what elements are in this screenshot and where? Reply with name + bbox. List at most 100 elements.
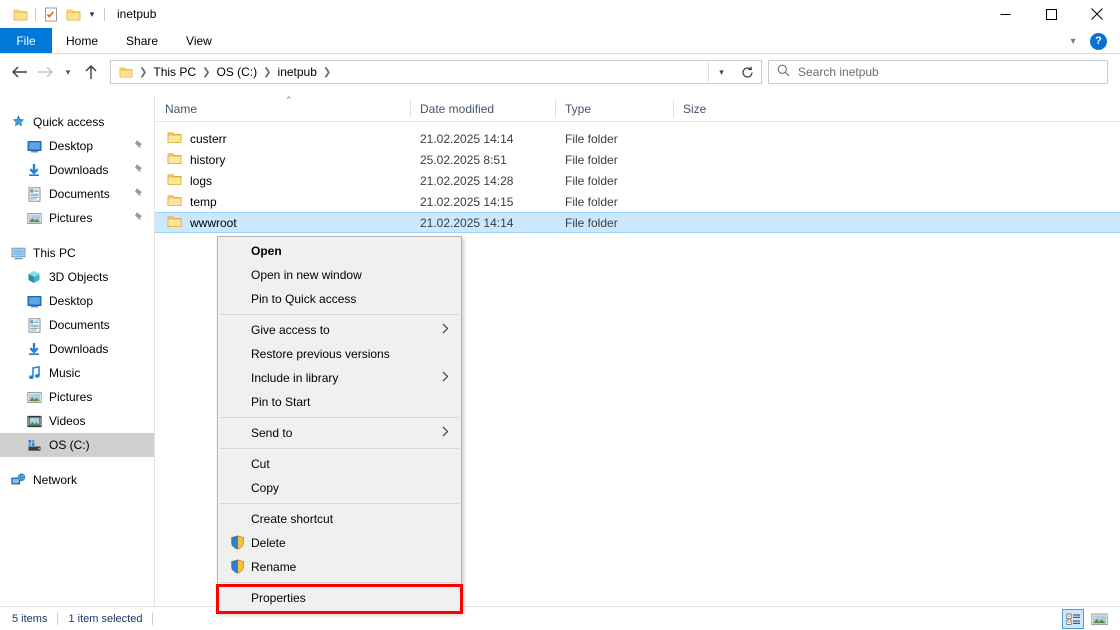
table-row-selected[interactable]: wwwroot 21.02.2025 14:14 File folder (155, 212, 1120, 233)
table-row[interactable]: history 25.02.2025 8:51 File folder (155, 149, 1120, 170)
star-pin-icon (10, 114, 26, 130)
explorer-body: Quick access Desktop Downloads Documents… (0, 95, 1120, 606)
history-dropdown-icon[interactable]: ▾ (58, 59, 78, 85)
file-date: 21.02.2025 14:15 (420, 194, 514, 209)
close-icon[interactable] (1074, 0, 1120, 28)
tab-share[interactable]: Share (112, 28, 172, 53)
quick-access-dropdown-icon[interactable]: ▾ (84, 3, 100, 25)
folder-icon (167, 131, 182, 147)
sidebar-item-pictures-pc[interactable]: Pictures (0, 385, 154, 409)
3d-objects-icon (26, 269, 42, 285)
table-row[interactable]: custerr 21.02.2025 14:14 File folder (155, 128, 1120, 149)
menu-separator (220, 582, 459, 583)
sidebar-label: Videos (49, 414, 86, 428)
column-header-name[interactable]: Name ⌃ (155, 95, 410, 122)
menu-item-open[interactable]: Open (218, 239, 461, 263)
maximize-icon[interactable] (1028, 0, 1074, 28)
menu-item-create-shortcut[interactable]: Create shortcut (218, 507, 461, 531)
sidebar-label: Downloads (49, 342, 109, 356)
tab-home[interactable]: Home (52, 28, 112, 53)
menu-item-open-in-new-window[interactable]: Open in new window (218, 263, 461, 287)
column-header-date-modified[interactable]: Date modified (410, 96, 555, 122)
details-view-icon[interactable] (1062, 609, 1084, 629)
file-explorer-window: ▾ inetpub File Home Share View ▾ ? ▾ ❯ T… (0, 0, 1120, 630)
folder-icon (167, 152, 182, 168)
breadcrumb-folder-icon (115, 61, 137, 83)
ribbon-tabs: File Home Share View ▾ ? (0, 28, 1120, 54)
menu-item-give-access-to[interactable]: Give access to (218, 318, 461, 342)
pin-icon[interactable] (134, 187, 145, 202)
breadcrumb-item-os-c[interactable]: OS (C:) (212, 61, 261, 83)
tab-file[interactable]: File (0, 28, 52, 53)
sidebar-item-os-c[interactable]: OS (C:) (0, 433, 154, 457)
sidebar-label: Network (33, 473, 78, 487)
sidebar-item-documents-pc[interactable]: Documents (0, 313, 154, 337)
menu-item-include-in-library[interactable]: Include in library (218, 366, 461, 390)
menu-label: Send to (251, 426, 293, 440)
menu-item-send-to[interactable]: Send to (218, 421, 461, 445)
breadcrumb-separator: ❯ (202, 66, 211, 78)
sidebar-item-desktop[interactable]: Desktop (0, 134, 154, 158)
sidebar-item-pictures[interactable]: Pictures (0, 206, 154, 230)
help-button[interactable]: ? (1090, 32, 1107, 50)
table-row[interactable]: logs 21.02.2025 14:28 File folder (155, 170, 1120, 191)
menu-item-delete[interactable]: Delete (218, 531, 461, 555)
address-bar[interactable]: ❯ This PC ❯ OS (C:) ❯ inetpub ❯ ▾ (110, 60, 762, 84)
column-label: Name (165, 101, 198, 116)
pin-icon[interactable] (134, 163, 145, 178)
sidebar-item-downloads[interactable]: Downloads (0, 158, 154, 182)
minimize-icon[interactable] (982, 0, 1028, 28)
sidebar-item-desktop-pc[interactable]: Desktop (0, 289, 154, 313)
menu-item-pin-to-start[interactable]: Pin to Start (218, 390, 461, 414)
search-box[interactable]: Search inetpub (768, 60, 1108, 84)
column-header-size[interactable]: Size (673, 96, 753, 122)
large-icons-view-icon[interactable] (1088, 609, 1110, 629)
breadcrumb-separator: ❯ (322, 66, 332, 78)
sidebar-item-documents[interactable]: Documents (0, 182, 154, 206)
column-header-type[interactable]: Type (555, 96, 673, 122)
sidebar-item-3d-objects[interactable]: 3D Objects (0, 265, 154, 289)
menu-item-pin-to-quick-access[interactable]: Pin to Quick access (218, 287, 461, 311)
menu-item-copy[interactable]: Copy (218, 476, 461, 500)
downloads-icon (26, 341, 42, 357)
breadcrumb-separator: ❯ (139, 66, 148, 78)
pin-icon[interactable] (134, 211, 145, 226)
sidebar-item-downloads-pc[interactable]: Downloads (0, 337, 154, 361)
address-dropdown-icon[interactable]: ▾ (708, 61, 734, 83)
table-row[interactable]: temp 21.02.2025 14:15 File folder (155, 191, 1120, 212)
refresh-icon[interactable] (734, 61, 761, 83)
this-pc-icon (10, 245, 26, 261)
documents-icon (26, 186, 42, 202)
breadcrumb-item-this-pc[interactable]: This PC (149, 61, 200, 83)
column-headers: Name ⌃ Date modified Type Size (155, 95, 1120, 122)
videos-icon (26, 413, 42, 429)
search-input[interactable]: Search inetpub (798, 65, 879, 79)
arrow-right-icon (32, 59, 58, 85)
arrow-up-icon[interactable] (78, 59, 104, 85)
breadcrumb-item-inetpub[interactable]: inetpub (274, 61, 321, 83)
menu-item-rename[interactable]: Rename (218, 555, 461, 579)
file-date: 21.02.2025 14:14 (420, 215, 514, 230)
properties-icon[interactable] (40, 3, 62, 25)
desktop-icon (26, 293, 42, 309)
sidebar-item-quick-access[interactable]: Quick access (0, 110, 154, 134)
sidebar-item-videos[interactable]: Videos (0, 409, 154, 433)
menu-item-restore-previous-versions[interactable]: Restore previous versions (218, 342, 461, 366)
network-icon (10, 472, 26, 488)
pin-icon[interactable] (134, 139, 145, 154)
arrow-left-icon[interactable] (6, 59, 32, 85)
sidebar-item-this-pc[interactable]: This PC (0, 241, 154, 265)
new-folder-icon[interactable] (62, 3, 84, 25)
sidebar-label: Pictures (49, 390, 93, 404)
chevron-down-icon[interactable]: ▾ (1062, 30, 1084, 52)
folder-icon[interactable] (9, 3, 31, 25)
tab-view[interactable]: View (172, 28, 226, 53)
sidebar-item-music[interactable]: Music (0, 361, 154, 385)
sidebar-item-network[interactable]: Network (0, 468, 154, 492)
menu-item-cut[interactable]: Cut (218, 452, 461, 476)
chevron-right-icon (442, 371, 449, 385)
title-bar: ▾ inetpub (0, 0, 1120, 28)
file-date: 21.02.2025 14:14 (420, 131, 514, 146)
menu-item-properties[interactable]: Properties (218, 586, 461, 610)
file-name: history (190, 152, 226, 167)
